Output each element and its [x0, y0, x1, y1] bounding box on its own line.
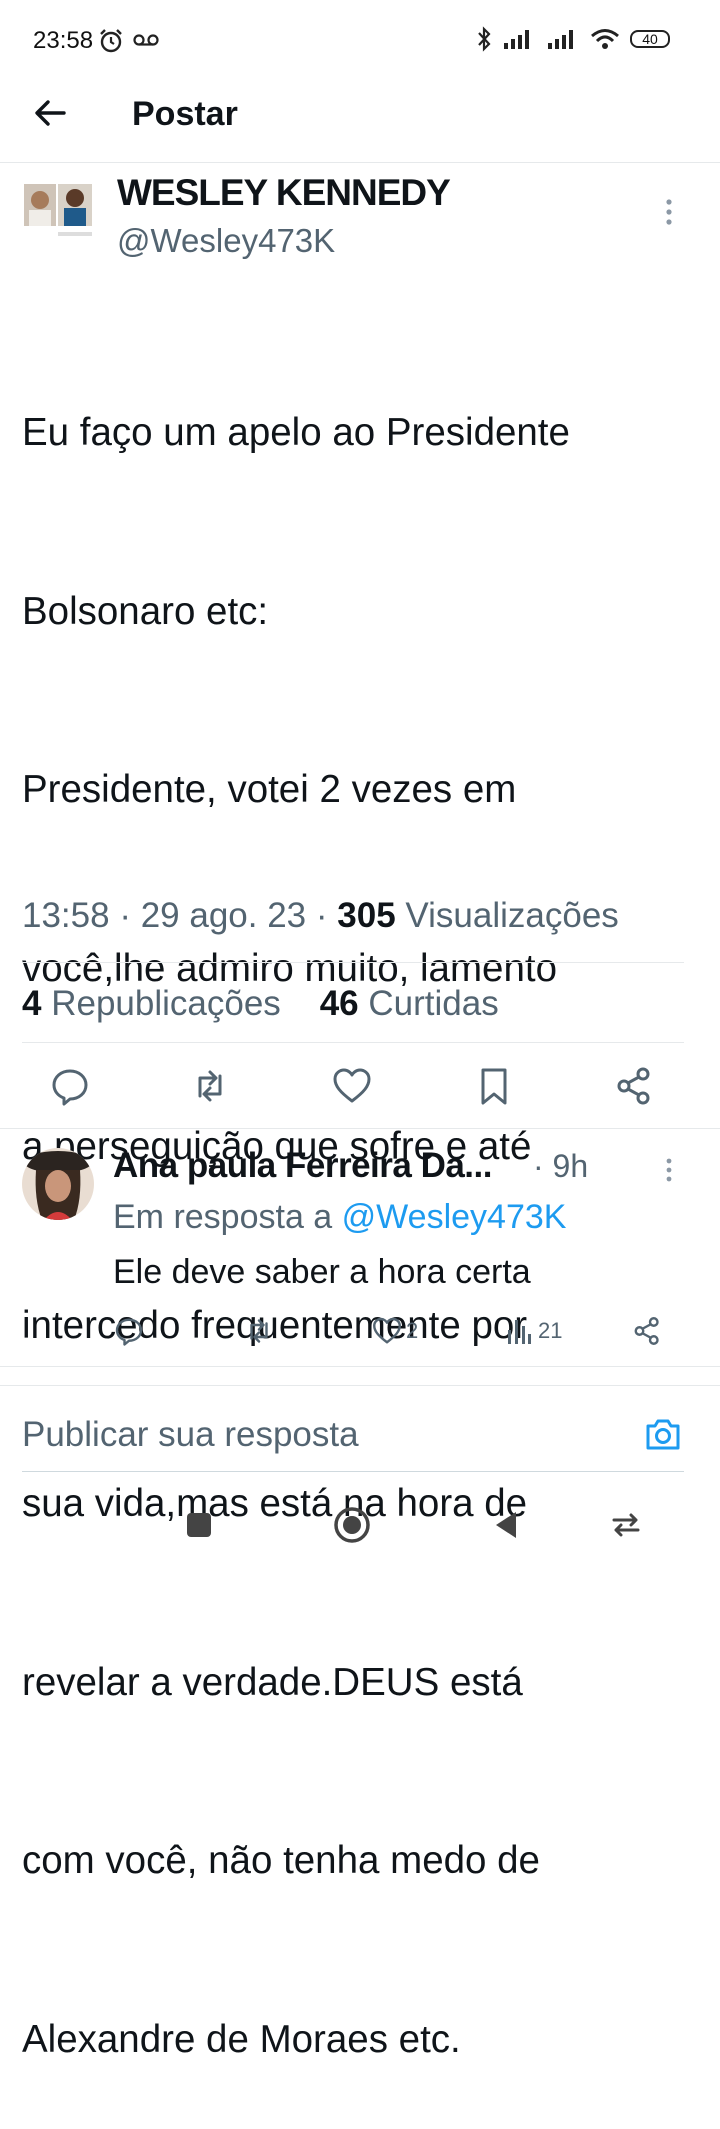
reply-mention-link[interactable]: @Wesley473K — [342, 1198, 567, 1236]
tweet-text-line: Bolsonaro etc: — [22, 589, 269, 633]
status-bar: 23:58 40 — [0, 0, 720, 80]
reply-author-name[interactable]: Ana paula Ferreira Da... — [113, 1146, 492, 1186]
share-icon[interactable] — [614, 1066, 654, 1106]
divider — [0, 1385, 720, 1386]
reply-icon[interactable] — [50, 1066, 90, 1106]
likes-count: 46 — [319, 984, 359, 1023]
tweet-meta: 13:58 · 29 ago. 23 · 305 Visualizações — [22, 896, 619, 936]
divider — [22, 1042, 684, 1043]
reply-more-options-icon[interactable] — [664, 1157, 674, 1183]
reply-time: · 9h — [533, 1148, 589, 1184]
like-heart-icon[interactable] — [332, 1066, 372, 1106]
alarm-icon — [100, 29, 122, 53]
reply-share-icon[interactable] — [632, 1316, 662, 1346]
tweet-text-line: Eu faço um apelo ao Presidente — [22, 411, 570, 454]
home-icon[interactable] — [332, 1505, 372, 1545]
reply-like-heart-icon — [373, 1317, 401, 1344]
tweet-time: 13:58 — [22, 896, 110, 935]
separator: · — [119, 896, 141, 935]
reposts-label: Republicações — [51, 984, 281, 1023]
wifi-icon — [591, 29, 619, 49]
author-handle[interactable]: @Wesley473K — [117, 222, 335, 260]
reply-input[interactable]: Publicar sua resposta — [22, 1415, 359, 1455]
top-bar: Postar — [0, 80, 720, 163]
repost-icon[interactable] — [190, 1066, 230, 1106]
reply-repost-icon[interactable] — [244, 1316, 274, 1346]
divider — [0, 1128, 720, 1129]
tweet-date: 29 ago. 23 — [140, 896, 307, 935]
recent-apps-icon[interactable] — [185, 1511, 213, 1539]
reply-views-button[interactable]: 21 — [506, 1316, 562, 1346]
author-name[interactable]: WESLEY KENNEDY — [117, 172, 451, 214]
status-time: 23:58 — [33, 27, 94, 54]
page-title: Postar — [132, 95, 238, 133]
more-options-icon[interactable] — [664, 198, 674, 226]
likes-label: Curtidas — [368, 984, 499, 1023]
views-chart-icon — [508, 1320, 531, 1344]
reposts-count: 4 — [22, 984, 42, 1023]
reply-views-count: 21 — [538, 1318, 563, 1343]
views-count: 305 — [337, 896, 396, 935]
tweet-text-line: Presidente, votei 2 vezes em — [22, 768, 517, 811]
reply-like-count: 2 — [406, 1318, 419, 1343]
tweet-stats: 4 Republicações 46 Curtidas — [22, 984, 499, 1024]
reply-text: Ele deve saber a hora certa — [113, 1253, 531, 1291]
voicemail-icon — [133, 34, 159, 46]
bookmark-icon[interactable] — [474, 1066, 514, 1106]
reply-like-button[interactable]: 2 — [372, 1316, 418, 1346]
divider — [0, 1366, 720, 1367]
back-nav-icon[interactable] — [492, 1510, 520, 1540]
battery-indicator: 40 — [630, 30, 670, 48]
avatar-image — [22, 182, 94, 248]
reply-avatar-image — [22, 1148, 94, 1220]
camera-icon[interactable] — [644, 1416, 682, 1452]
system-nav-bar — [0, 1490, 720, 1600]
input-underline — [22, 1471, 684, 1472]
avatar[interactable] — [22, 182, 94, 248]
bluetooth-icon — [478, 26, 491, 52]
reposts-stat[interactable]: 4 Republicações — [22, 984, 281, 1023]
views-label: Visualizações — [405, 896, 619, 935]
reply-avatar[interactable] — [22, 1148, 94, 1220]
status-icons: 40 — [476, 24, 670, 54]
reply-context: Em resposta a @Wesley473K — [113, 1198, 566, 1237]
separator: · — [315, 896, 338, 935]
tweet-text-line: com você, não tenha medo de — [22, 1839, 540, 1882]
reply-reply-icon[interactable] — [114, 1316, 144, 1346]
likes-stat[interactable]: 46 Curtidas — [320, 984, 499, 1023]
divider — [22, 962, 684, 963]
reply-context-prefix: Em resposta a — [113, 1198, 333, 1236]
tweet-text-line: Alexandre de Moraes etc. — [22, 2017, 461, 2061]
back-arrow-icon[interactable] — [32, 95, 68, 131]
screen-rotate-icon[interactable] — [610, 1512, 642, 1538]
signal-icon — [504, 30, 529, 49]
signal-icon-2 — [548, 30, 573, 49]
tweet-text-line: revelar a verdade.DEUS está — [22, 1660, 523, 1704]
